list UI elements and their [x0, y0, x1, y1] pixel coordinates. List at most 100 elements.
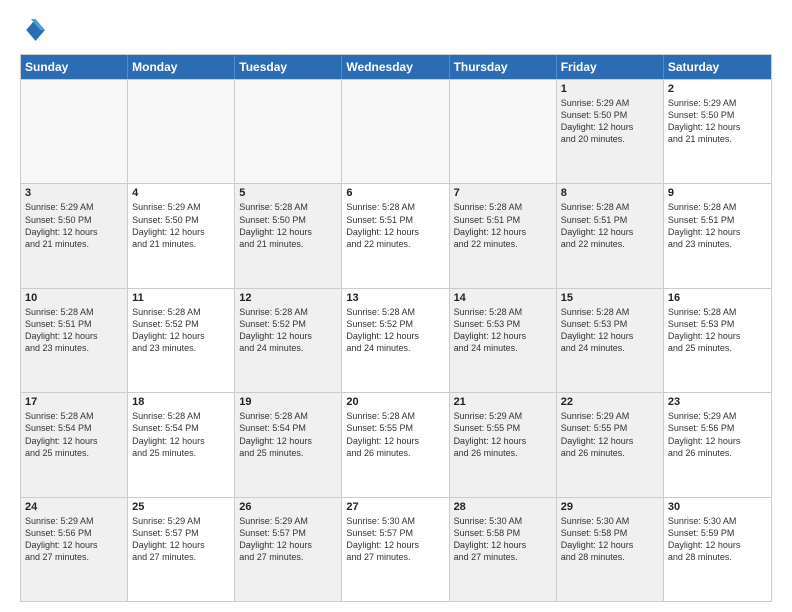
cal-cell: 30 Sunrise: 5:30 AM Sunset: 5:59 PM Dayli… [664, 498, 771, 601]
cell-info: Sunrise: 5:28 AM Sunset: 5:52 PM Dayligh… [132, 306, 230, 355]
cal-row-3: 17 Sunrise: 5:28 AM Sunset: 5:54 PM Dayli… [21, 392, 771, 496]
day-number: 7 [454, 187, 552, 199]
cal-cell: 14Sunrise: 5:28 AM Sunset: 5:53 PM Dayli… [450, 289, 557, 392]
cal-cell: 9 Sunrise: 5:28 AM Sunset: 5:51 PM Daylig… [664, 184, 771, 287]
day-number: 4 [132, 187, 230, 199]
cell-info: Sunrise: 5:29 AM Sunset: 5:57 PM Dayligh… [239, 515, 337, 564]
cell-info: Sunrise: 5:28 AM Sunset: 5:54 PM Dayligh… [132, 410, 230, 459]
day-number: 26 [239, 501, 337, 513]
cal-cell: 27 Sunrise: 5:30 AM Sunset: 5:57 PM Dayli… [342, 498, 449, 601]
day-number: 25 [132, 501, 230, 513]
cell-info: Sunrise: 5:30 AM Sunset: 5:58 PM Dayligh… [454, 515, 552, 564]
header-day-tuesday: Tuesday [235, 55, 342, 79]
cal-cell: 7 Sunrise: 5:28 AM Sunset: 5:51 PM Daylig… [450, 184, 557, 287]
day-number: 18 [132, 396, 230, 408]
day-number: 3 [25, 187, 123, 199]
cell-info: Sunrise: 5:28 AM Sunset: 5:50 PM Dayligh… [239, 201, 337, 250]
day-number: 28 [454, 501, 552, 513]
cell-info: Sunrise: 5:30 AM Sunset: 5:57 PM Dayligh… [346, 515, 444, 564]
header-day-wednesday: Wednesday [342, 55, 449, 79]
cal-cell: 4 Sunrise: 5:29 AM Sunset: 5:50 PM Daylig… [128, 184, 235, 287]
day-number: 9 [668, 187, 767, 199]
cell-info: Sunrise: 5:28 AM Sunset: 5:55 PM Dayligh… [346, 410, 444, 459]
day-number: 19 [239, 396, 337, 408]
cell-info: Sunrise: 5:29 AM Sunset: 5:50 PM Dayligh… [668, 97, 767, 146]
cell-info: Sunrise: 5:28 AM Sunset: 5:53 PM Dayligh… [668, 306, 767, 355]
cal-cell: 24 Sunrise: 5:29 AM Sunset: 5:56 PM Dayli… [21, 498, 128, 601]
day-number: 1 [561, 83, 659, 95]
cal-cell: 25 Sunrise: 5:29 AM Sunset: 5:57 PM Dayli… [128, 498, 235, 601]
page: SundayMondayTuesdayWednesdayThursdayFrid… [0, 0, 792, 612]
cell-info: Sunrise: 5:28 AM Sunset: 5:52 PM Dayligh… [346, 306, 444, 355]
cal-cell: 1 Sunrise: 5:29 AM Sunset: 5:50 PM Daylig… [557, 80, 664, 183]
cal-cell: 17 Sunrise: 5:28 AM Sunset: 5:54 PM Dayli… [21, 393, 128, 496]
cal-cell: 11 Sunrise: 5:28 AM Sunset: 5:52 PM Dayli… [128, 289, 235, 392]
logo-icon [20, 16, 48, 44]
header [20, 16, 772, 44]
day-number: 17 [25, 396, 123, 408]
cal-cell: 15 Sunrise: 5:28 AM Sunset: 5:53 PM Dayli… [557, 289, 664, 392]
cal-cell: 2 Sunrise: 5:29 AM Sunset: 5:50 PM Daylig… [664, 80, 771, 183]
cal-row-0: 1 Sunrise: 5:29 AM Sunset: 5:50 PM Daylig… [21, 79, 771, 183]
cal-cell: 18 Sunrise: 5:28 AM Sunset: 5:54 PM Dayli… [128, 393, 235, 496]
cell-info: Sunrise: 5:28 AM Sunset: 5:54 PM Dayligh… [239, 410, 337, 459]
day-number: 24 [25, 501, 123, 513]
cell-info: Sunrise: 5:29 AM Sunset: 5:50 PM Dayligh… [561, 97, 659, 146]
cal-cell: 12Sunrise: 5:28 AM Sunset: 5:52 PM Dayli… [235, 289, 342, 392]
header-day-friday: Friday [557, 55, 664, 79]
day-number: 5 [239, 187, 337, 199]
cal-cell: 13 Sunrise: 5:28 AM Sunset: 5:52 PM Dayli… [342, 289, 449, 392]
cal-row-4: 24 Sunrise: 5:29 AM Sunset: 5:56 PM Dayli… [21, 497, 771, 601]
cal-cell [450, 80, 557, 183]
cell-info: Sunrise: 5:29 AM Sunset: 5:56 PM Dayligh… [25, 515, 123, 564]
cell-info: Sunrise: 5:28 AM Sunset: 5:51 PM Dayligh… [346, 201, 444, 250]
day-number: 29 [561, 501, 659, 513]
day-number: 10 [25, 292, 123, 304]
cell-info: Sunrise: 5:29 AM Sunset: 5:50 PM Dayligh… [132, 201, 230, 250]
cal-cell: 3 Sunrise: 5:29 AM Sunset: 5:50 PM Daylig… [21, 184, 128, 287]
day-number: 13 [346, 292, 444, 304]
day-number: 2 [668, 83, 767, 95]
cal-cell: 20Sunrise: 5:28 AM Sunset: 5:55 PM Dayli… [342, 393, 449, 496]
cal-cell: 5 Sunrise: 5:28 AM Sunset: 5:50 PM Daylig… [235, 184, 342, 287]
cal-cell: 8Sunrise: 5:28 AM Sunset: 5:51 PM Daylig… [557, 184, 664, 287]
cell-info: Sunrise: 5:29 AM Sunset: 5:55 PM Dayligh… [561, 410, 659, 459]
day-number: 6 [346, 187, 444, 199]
cal-cell: 23Sunrise: 5:29 AM Sunset: 5:56 PM Dayli… [664, 393, 771, 496]
cell-info: Sunrise: 5:28 AM Sunset: 5:53 PM Dayligh… [561, 306, 659, 355]
cal-cell: 19 Sunrise: 5:28 AM Sunset: 5:54 PM Dayli… [235, 393, 342, 496]
cal-cell: 6 Sunrise: 5:28 AM Sunset: 5:51 PM Daylig… [342, 184, 449, 287]
logo [20, 16, 52, 44]
cal-cell: 28 Sunrise: 5:30 AM Sunset: 5:58 PM Dayli… [450, 498, 557, 601]
cal-cell: 10Sunrise: 5:28 AM Sunset: 5:51 PM Dayli… [21, 289, 128, 392]
cal-cell: 29 Sunrise: 5:30 AM Sunset: 5:58 PM Dayli… [557, 498, 664, 601]
cell-info: Sunrise: 5:28 AM Sunset: 5:51 PM Dayligh… [561, 201, 659, 250]
cell-info: Sunrise: 5:30 AM Sunset: 5:58 PM Dayligh… [561, 515, 659, 564]
cell-info: Sunrise: 5:29 AM Sunset: 5:50 PM Dayligh… [25, 201, 123, 250]
cal-cell [342, 80, 449, 183]
day-number: 16 [668, 292, 767, 304]
cell-info: Sunrise: 5:29 AM Sunset: 5:55 PM Dayligh… [454, 410, 552, 459]
day-number: 21 [454, 396, 552, 408]
calendar-body: 1 Sunrise: 5:29 AM Sunset: 5:50 PM Daylig… [21, 79, 771, 601]
cell-info: Sunrise: 5:29 AM Sunset: 5:57 PM Dayligh… [132, 515, 230, 564]
header-day-sunday: Sunday [21, 55, 128, 79]
cell-info: Sunrise: 5:28 AM Sunset: 5:51 PM Dayligh… [454, 201, 552, 250]
day-number: 15 [561, 292, 659, 304]
cell-info: Sunrise: 5:30 AM Sunset: 5:59 PM Dayligh… [668, 515, 767, 564]
day-number: 12 [239, 292, 337, 304]
cal-cell [128, 80, 235, 183]
day-number: 11 [132, 292, 230, 304]
cal-cell: 21 Sunrise: 5:29 AM Sunset: 5:55 PM Dayli… [450, 393, 557, 496]
cal-row-1: 3 Sunrise: 5:29 AM Sunset: 5:50 PM Daylig… [21, 183, 771, 287]
day-number: 27 [346, 501, 444, 513]
cell-info: Sunrise: 5:29 AM Sunset: 5:56 PM Dayligh… [668, 410, 767, 459]
header-day-monday: Monday [128, 55, 235, 79]
day-number: 30 [668, 501, 767, 513]
header-day-thursday: Thursday [450, 55, 557, 79]
header-day-saturday: Saturday [664, 55, 771, 79]
cell-info: Sunrise: 5:28 AM Sunset: 5:54 PM Dayligh… [25, 410, 123, 459]
day-number: 14 [454, 292, 552, 304]
cal-cell: 26 Sunrise: 5:29 AM Sunset: 5:57 PM Dayli… [235, 498, 342, 601]
cell-info: Sunrise: 5:28 AM Sunset: 5:51 PM Dayligh… [668, 201, 767, 250]
